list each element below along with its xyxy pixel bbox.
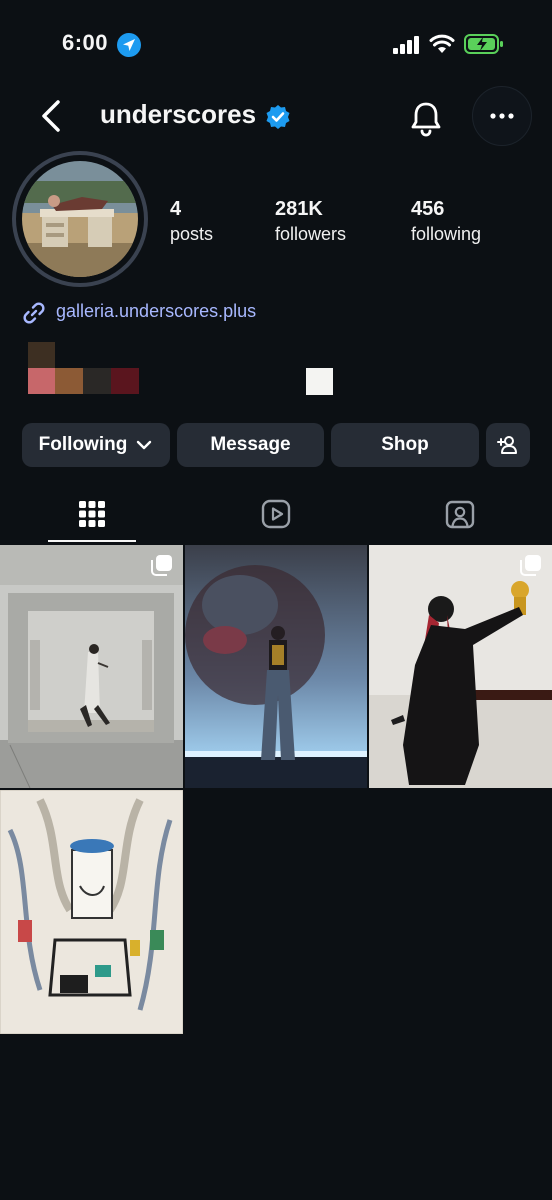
verified-badge-icon <box>266 105 290 129</box>
cellular-signal-icon <box>393 36 419 54</box>
bio-swatch <box>306 368 333 395</box>
suggested-users-button[interactable] <box>486 423 530 467</box>
more-dots-icon <box>490 113 514 119</box>
posts-grid-icon <box>79 501 105 527</box>
profile-avatar[interactable] <box>12 151 148 287</box>
multi-image-icon <box>151 555 172 576</box>
bio-swatch <box>28 342 55 368</box>
post-thumbnail[interactable] <box>185 545 367 788</box>
posts-label: posts <box>170 224 214 244</box>
following-button[interactable]: Following <box>22 423 170 467</box>
active-tab-indicator <box>48 540 136 542</box>
bio-swatch <box>83 368 111 394</box>
bio-swatch <box>55 368 83 394</box>
link-icon <box>23 302 45 324</box>
chevron-down-icon <box>137 440 152 450</box>
post-thumbnail[interactable] <box>0 545 183 788</box>
bio-swatch <box>111 368 139 394</box>
following-label[interactable]: following <box>411 224 481 245</box>
shop-button-label: Shop <box>381 434 429 455</box>
status-time: 6:00 <box>62 30 109 55</box>
post-thumbnail[interactable] <box>369 545 552 788</box>
wifi-icon <box>429 34 455 53</box>
post-image <box>185 545 367 788</box>
profile-username: underscores <box>100 99 257 129</box>
bio-swatch <box>28 368 55 394</box>
message-button[interactable]: Message <box>177 423 324 467</box>
tab-reels[interactable] <box>244 494 308 534</box>
post-thumbnail[interactable] <box>0 790 183 1034</box>
post-image <box>0 545 183 788</box>
followers-label[interactable]: followers <box>275 224 346 245</box>
avatar-image <box>22 161 138 277</box>
reels-icon <box>261 499 291 529</box>
add-person-icon <box>497 436 517 454</box>
multi-image-icon <box>520 555 541 576</box>
post-image <box>0 790 183 1034</box>
shop-button[interactable]: Shop <box>331 423 479 467</box>
tab-posts-grid[interactable] <box>60 494 124 534</box>
back-chevron-icon[interactable] <box>32 96 72 136</box>
message-button-label: Message <box>210 434 291 455</box>
profile-link[interactable]: galleria.underscores.plus <box>56 301 256 322</box>
following-button-label: Following <box>38 434 128 455</box>
location-arrow-icon <box>117 33 141 57</box>
more-options-button[interactable] <box>472 86 532 146</box>
tab-tagged[interactable] <box>428 494 492 534</box>
tagged-icon <box>445 500 475 529</box>
posts-count: 4 <box>170 198 182 220</box>
post-image <box>369 545 552 788</box>
battery-charging-icon <box>464 34 503 54</box>
following-count[interactable]: 456 <box>411 198 444 221</box>
notification-bell-icon[interactable] <box>402 94 450 142</box>
followers-count[interactable]: 281K <box>275 198 323 221</box>
